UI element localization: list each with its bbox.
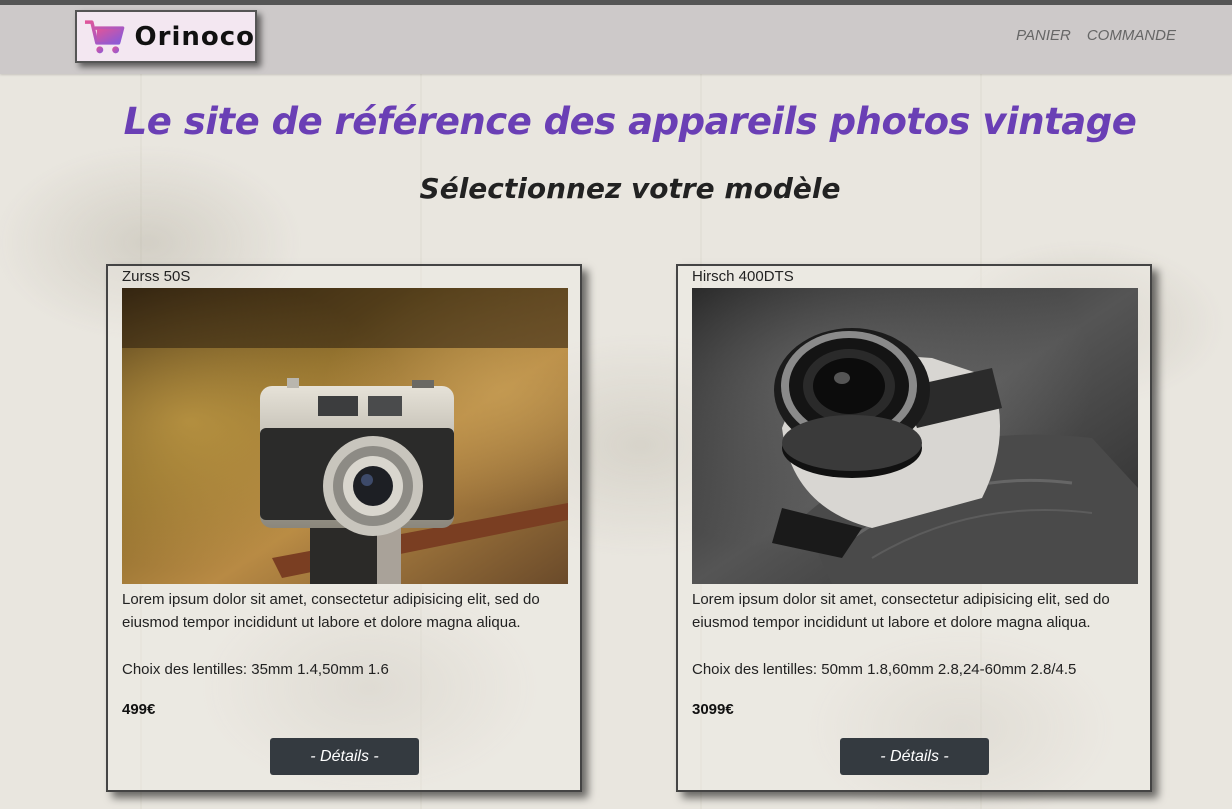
product-image <box>122 288 568 584</box>
page-title: Le site de référence des appareils photo… <box>123 100 1137 143</box>
product-image <box>692 288 1138 584</box>
product-name: Hirsch 400DTS <box>692 268 794 285</box>
details-button[interactable]: - Détails - <box>270 738 419 775</box>
brand-name: Orinoco <box>134 21 255 52</box>
nav-link-commande[interactable]: COMMANDE <box>1087 27 1176 44</box>
product-description: Lorem ipsum dolor sit amet, consectetur … <box>692 591 1110 631</box>
product-card: Hirsch 400DTS Lorem ipsum dolor sit amet… <box>676 264 1152 792</box>
details-button[interactable]: - Détails - <box>840 738 989 775</box>
main-nav: PANIER COMMANDE <box>1016 27 1176 44</box>
page-subtitle: Sélectionnez votre modèle <box>419 172 841 205</box>
product-card: Zurss 50S Lorem ipsum dolor sit amet, co… <box>106 264 582 792</box>
brand-logo[interactable]: Orinoco <box>75 10 257 63</box>
vintage-camera-photo <box>122 288 568 584</box>
product-price: 499€ <box>122 701 156 718</box>
product-lenses: Choix des lentilles: 50mm 1.8,60mm 2.8,2… <box>692 661 1077 678</box>
product-name: Zurss 50S <box>122 268 191 285</box>
product-price: 3099€ <box>692 701 734 718</box>
product-lenses: Choix des lentilles: 35mm 1.4,50mm 1.6 <box>122 661 389 678</box>
product-description: Lorem ipsum dolor sit amet, consectetur … <box>122 591 540 631</box>
mirrorless-camera-photo <box>692 288 1138 584</box>
top-navbar: Orinoco PANIER COMMANDE <box>0 0 1232 74</box>
nav-link-panier[interactable]: PANIER <box>1016 27 1071 44</box>
shopping-cart-icon <box>84 19 125 53</box>
